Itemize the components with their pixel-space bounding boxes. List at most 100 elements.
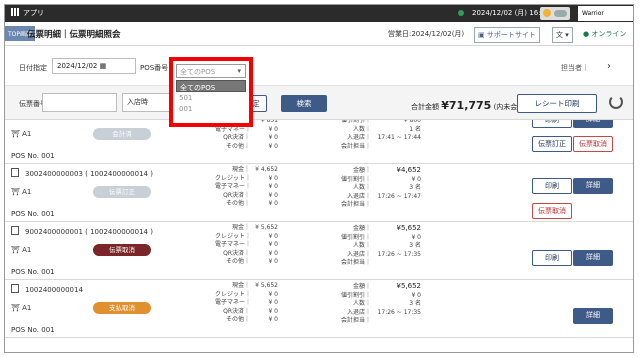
- chevron-down-icon: ▾: [565, 31, 569, 39]
- payment-row: QR決済｜ ¥ 0: [215, 192, 278, 201]
- amount-row: 会計担当｜: [333, 201, 421, 210]
- app-menu[interactable]: アプリ: [11, 8, 44, 18]
- receipt-print-button[interactable]: レシート印刷: [517, 94, 597, 113]
- list-item: ⛩ A1会計済POS No. 001クレジット｜¥ 851電子マネー｜¥ 0QR…: [5, 120, 633, 164]
- amount-value: 17:26 ~ 17:35: [377, 250, 421, 258]
- payment-method: クレジット｜: [215, 232, 252, 240]
- store-time-label: 入店時: [127, 98, 148, 106]
- chevron-right-icon[interactable]: ›: [607, 61, 611, 72]
- total-label: 合計金額: [411, 103, 439, 111]
- support-site-button[interactable]: ▣ サポートサイト: [474, 27, 540, 43]
- amount-row: 人数｜ 1 名: [333, 126, 421, 135]
- amount-key: 金額｜: [352, 225, 371, 232]
- title-bar: アプリ 2024/12/02 (月) 16:50 Warrior: [5, 5, 633, 22]
- amount-key: 入退店｜: [346, 134, 371, 141]
- print-button[interactable]: 印刷: [532, 178, 572, 194]
- payment-amount: ¥ 5,652: [255, 282, 278, 289]
- payment-row: クレジット｜ ¥ 0: [215, 175, 278, 184]
- pos-number: POS No. 001: [11, 210, 55, 218]
- page-title: 伝票明細｜伝票明細照会: [27, 30, 121, 40]
- amount-row: 入退店｜ 17:41 ~ 17:44: [333, 134, 421, 143]
- amount-value: 17:41 ~ 17:44: [377, 134, 421, 141]
- receipt-number-input[interactable]: [42, 93, 117, 112]
- detail-button[interactable]: 詳細: [573, 178, 613, 194]
- amount-breakdown: 金額｜ ¥4,652 値引割引｜ ¥ 0 人数｜ 3 名入退店｜ 17:26 ~ 17:47…: [333, 166, 421, 210]
- detail-button[interactable]: 詳細: [573, 250, 613, 266]
- amount-value: ¥4,652: [396, 166, 422, 174]
- table-icon: ⛩: [11, 304, 20, 312]
- payment-method: QR決済｜: [223, 307, 250, 315]
- print-button[interactable]: 印刷: [532, 250, 572, 266]
- amount-value: ¥5,652: [396, 282, 422, 290]
- payment-method: 電子マネー｜: [215, 299, 252, 306]
- payment-method: QR決済｜: [223, 191, 250, 199]
- payment-row: クレジット｜ ¥ 0: [215, 291, 278, 300]
- amount-row: 金額｜ ¥4,652: [333, 166, 421, 176]
- amount-row: 会計担当｜: [333, 317, 421, 326]
- seat-label: ⛩ A1: [11, 304, 31, 312]
- pos-dropdown[interactable]: 全てのPOS ▾ 全てのPOS 501 001: [169, 57, 253, 127]
- business-date: 営業日:2024/12/02(月): [388, 30, 465, 38]
- assignee-label: 担当者｜: [561, 64, 589, 72]
- payment-row: 現金｜ ¥ 5,652: [215, 282, 278, 291]
- amount-key: 人数｜: [352, 242, 371, 249]
- payment-row: QR決済｜ ¥ 0: [215, 250, 278, 259]
- amount-key: 人数｜: [352, 184, 371, 191]
- search-button[interactable]: 検索: [281, 95, 327, 112]
- pos-option[interactable]: 全てのPOS: [176, 80, 246, 92]
- receipt-number: 1002400000014: [11, 284, 83, 294]
- payment-amount: ¥ 5,652: [255, 224, 278, 231]
- payment-row: その他｜ ¥ 0: [215, 258, 278, 267]
- store-time-field[interactable]: 入店時: [122, 93, 172, 112]
- payment-row: QR決済｜ ¥ 0: [215, 134, 278, 143]
- amount-key: 入退店｜: [346, 192, 371, 200]
- payment-amount: ¥ 0: [268, 134, 278, 141]
- payment-row: その他｜ ¥ 0: [215, 143, 278, 152]
- payment-method: その他｜: [225, 258, 250, 265]
- refresh-icon[interactable]: [609, 95, 623, 109]
- status-badge: 支払取消: [93, 302, 151, 314]
- date-value: 2024/12/02: [57, 62, 98, 70]
- date-field[interactable]: 2024/12/02 ▦: [52, 58, 136, 74]
- payment-amount: ¥ 0: [268, 307, 278, 315]
- status-badge: 伝票取消: [93, 244, 151, 256]
- seat-value: A1: [22, 130, 32, 138]
- amount-key: 値引割引｜: [340, 291, 371, 299]
- payment-amount: ¥ 0: [268, 249, 278, 257]
- cancel-receipt-button[interactable]: 伝票取消: [573, 136, 613, 152]
- detail-button[interactable]: 詳細: [573, 308, 613, 324]
- pos-select[interactable]: 全てのPOS ▾: [176, 64, 246, 78]
- payment-method: QR決済｜: [223, 249, 250, 257]
- chevron-down-icon: ▾: [237, 67, 241, 75]
- filter-bar: 日付指定 2024/12/02 ▦ POS番号 担当者｜ ›: [5, 46, 633, 86]
- correct-receipt-button[interactable]: 伝票訂正: [532, 136, 572, 152]
- amount-row: 金額｜ ¥5,652: [333, 282, 421, 292]
- amount-breakdown: 金額｜ ¥5,652 値引割引｜ ¥ 0 人数｜ 3 名入退店｜ 17:26 ~ 17:35…: [333, 282, 421, 326]
- payment-row: その他｜ ¥ 0: [215, 316, 278, 325]
- status-badge: 伝票訂正: [93, 186, 151, 198]
- payment-amount: ¥ 0: [268, 290, 278, 298]
- amount-value: 3 名: [409, 184, 421, 191]
- amount-value: 1 名: [409, 125, 421, 133]
- amount-row: 入退店｜ 17:26 ~ 17:35: [333, 309, 421, 318]
- payment-amount: ¥ 0: [268, 316, 278, 323]
- payment-method: 電子マネー｜: [215, 183, 252, 190]
- payment-amount: ¥ 0: [268, 299, 278, 306]
- payment-method: 電子マネー｜: [215, 241, 252, 248]
- seat-label: ⛩ A1: [11, 188, 31, 196]
- amount-row: 値引割引｜ ¥ 0: [333, 234, 421, 243]
- payment-method: 現金｜: [231, 224, 250, 231]
- status-badge: 会計済: [93, 128, 151, 140]
- payment-method: 現金｜: [231, 282, 250, 289]
- detail-button[interactable]: 詳細: [573, 120, 613, 128]
- brand-logo: Warrior: [578, 6, 633, 21]
- language-select[interactable]: 文 ▾: [552, 27, 573, 43]
- pos-option[interactable]: 001: [176, 103, 246, 115]
- payment-row: 現金｜ ¥ 5,652: [215, 224, 278, 233]
- seat-label: ⛩ A1: [11, 246, 31, 254]
- amount-row: 入退店｜ 17:26 ~ 17:47: [333, 193, 421, 202]
- cancel-receipt-button[interactable]: 伝票取消: [532, 203, 572, 219]
- payment-row: 現金｜ ¥ 4,652: [215, 166, 278, 175]
- table-icon: ⛩: [11, 130, 20, 138]
- print-button[interactable]: 印刷: [532, 120, 572, 128]
